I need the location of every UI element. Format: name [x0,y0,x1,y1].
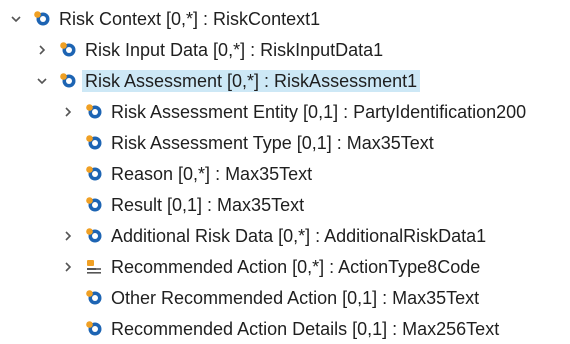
chevron-right-icon[interactable] [36,44,48,56]
element-code-icon [85,258,103,276]
tree-node-label: Other Recommended Action [0,1] : Max35Te… [111,288,480,308]
chevron-down-icon[interactable] [10,13,22,25]
tree-node-label: Recommended Action [0,*] : ActionType8Co… [111,257,481,277]
tree-node-risk-context[interactable]: Risk Context [0,*] : RiskContext1 [0,5,570,33]
tree-node-label: Risk Context [0,*] : RiskContext1 [59,9,321,29]
tree-node-label: Risk Assessment Entity [0,1] : PartyIden… [111,102,527,122]
element-component-icon [85,134,103,152]
tree-node-label: Reason [0,*] : Max35Text [111,164,313,184]
chevron-right-icon[interactable] [62,106,74,118]
chevron-down-icon[interactable] [36,75,48,87]
element-component-icon [85,103,103,121]
element-component-icon [85,289,103,307]
element-component-icon [85,196,103,214]
tree-node-risk-assessment-type[interactable]: Risk Assessment Type [0,1] : Max35Text [0,129,570,157]
element-component-icon [59,41,77,59]
tree-node-label: Result [0,1] : Max35Text [111,195,305,215]
tree-node-recommended-action[interactable]: Recommended Action [0,*] : ActionType8Co… [0,253,570,281]
element-component-icon [85,165,103,183]
model-tree: Risk Context [0,*] : RiskContext1 Risk I… [0,0,570,344]
element-component-icon [85,320,103,338]
tree-node-risk-input-data[interactable]: Risk Input Data [0,*] : RiskInputData1 [0,36,570,64]
tree-node-risk-assessment-entity[interactable]: Risk Assessment Entity [0,1] : PartyIden… [0,98,570,126]
tree-node-result[interactable]: Result [0,1] : Max35Text [0,191,570,219]
tree-node-label-selected: Risk Assessment [0,*] : RiskAssessment1 [82,70,421,92]
tree-node-recommended-action-details[interactable]: Recommended Action Details [0,1] : Max25… [0,315,570,343]
chevron-right-icon[interactable] [62,261,74,273]
tree-node-label: Risk Assessment Type [0,1] : Max35Text [111,133,434,153]
element-component-icon [33,10,51,28]
tree-node-other-recommended-action[interactable]: Other Recommended Action [0,1] : Max35Te… [0,284,570,312]
chevron-right-icon[interactable] [62,230,74,242]
tree-node-risk-assessment[interactable]: Risk Assessment [0,*] : RiskAssessment1 [0,67,570,95]
tree-node-additional-risk-data[interactable]: Additional Risk Data [0,*] : AdditionalR… [0,222,570,250]
tree-node-label: Risk Input Data [0,*] : RiskInputData1 [85,40,384,60]
element-component-icon [59,72,77,90]
tree-node-reason[interactable]: Reason [0,*] : Max35Text [0,160,570,188]
tree-node-label: Additional Risk Data [0,*] : AdditionalR… [111,226,487,246]
tree-node-label: Recommended Action Details [0,1] : Max25… [111,319,500,339]
element-component-icon [85,227,103,245]
